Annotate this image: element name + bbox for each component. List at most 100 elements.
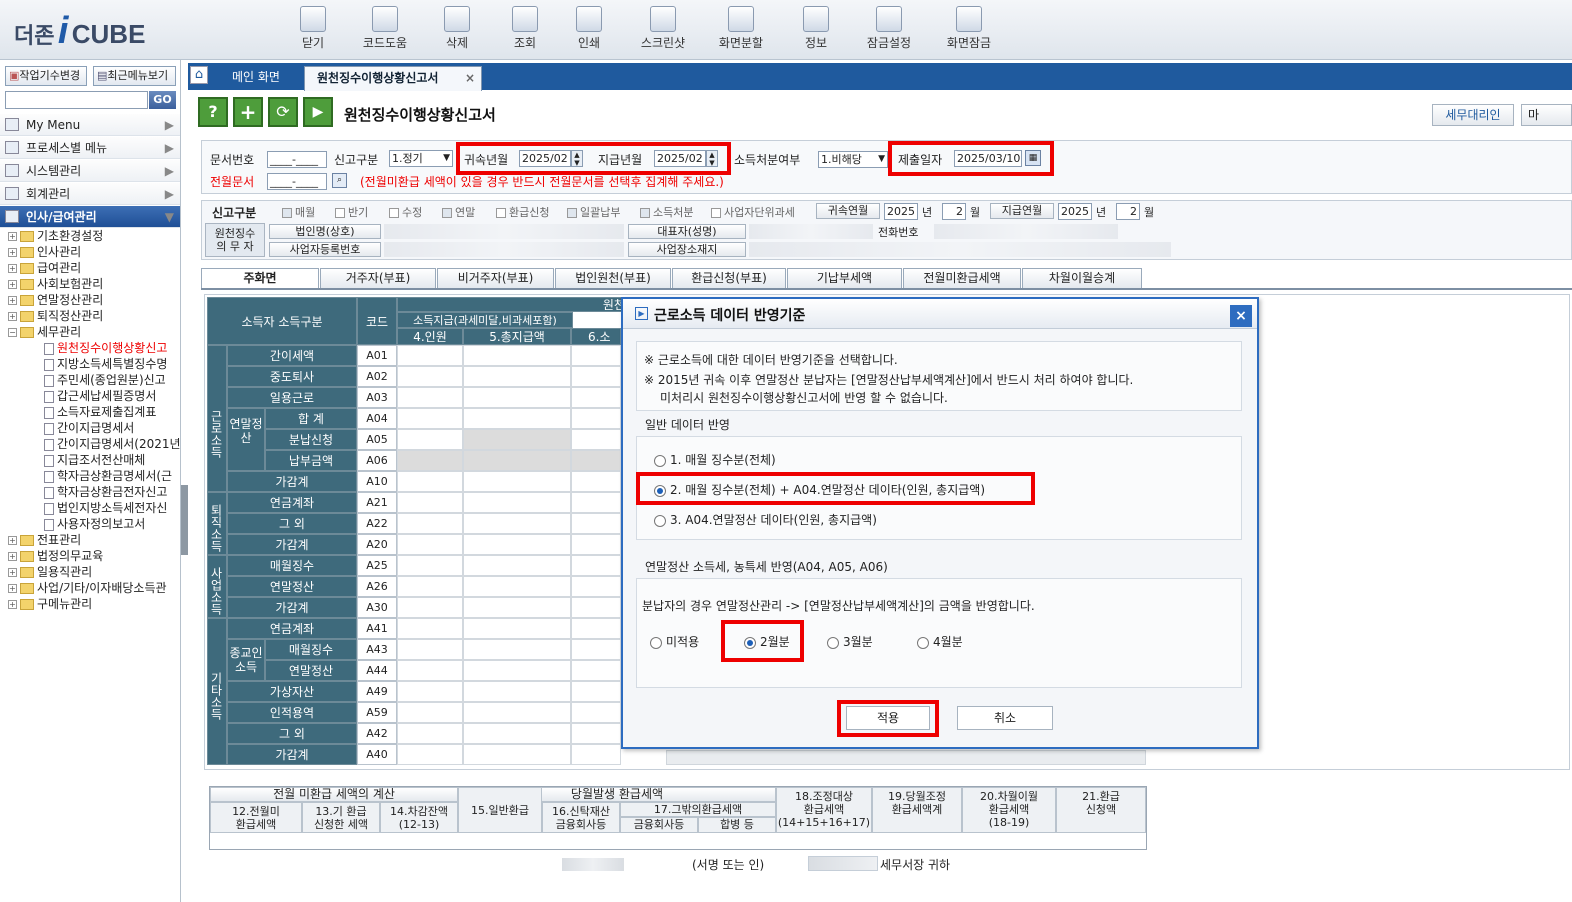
- toolbar-split-screen-button[interactable]: 화면분할: [706, 6, 776, 51]
- prev-doc-field[interactable]: ____-____: [267, 173, 327, 190]
- grid-cell-count[interactable]: [397, 702, 463, 723]
- toolbar-lock-button[interactable]: 화면잠금: [934, 6, 1004, 51]
- grid-cell-count[interactable]: [397, 387, 463, 408]
- grid-cell-total[interactable]: [463, 576, 571, 597]
- sub-tab[interactable]: 전월미환급세액: [903, 268, 1021, 288]
- grid-cell-tax[interactable]: [571, 576, 621, 597]
- tree-item-document[interactable]: 간이지급명세서: [44, 420, 134, 436]
- expand-icon[interactable]: +: [8, 536, 17, 545]
- month-option-mar[interactable]: 3월분: [827, 633, 873, 650]
- checkbox-icon[interactable]: [496, 208, 506, 218]
- expand-icon[interactable]: +: [8, 296, 17, 305]
- checkbox-icon[interactable]: [335, 208, 345, 218]
- grid-cell-tax[interactable]: [571, 660, 621, 681]
- grid-cell-total[interactable]: [463, 744, 571, 765]
- more-button[interactable]: 마: [1521, 104, 1572, 126]
- tree-item-document[interactable]: 지급조서전산매체: [44, 452, 145, 468]
- tree-item-folder[interactable]: − 세무관리: [8, 324, 81, 340]
- checked-box-icon[interactable]: [640, 208, 650, 218]
- tree-item-folder[interactable]: + 전표관리: [8, 532, 81, 548]
- tree-item-folder[interactable]: + 법정의무교육: [8, 548, 103, 564]
- grid-cell-count[interactable]: [397, 471, 463, 492]
- report-check[interactable]: 일괄납부: [567, 204, 620, 220]
- tree-item-folder[interactable]: + 연말정산관리: [8, 292, 103, 308]
- menu-item[interactable]: 인사/급여관리 ▼: [0, 206, 180, 228]
- grid-cell-tax[interactable]: [571, 723, 621, 744]
- sidebar-collapse-handle[interactable]: [181, 485, 188, 555]
- grid-cell-total[interactable]: [463, 450, 571, 471]
- grid-cell-tax[interactable]: [571, 534, 621, 555]
- report-type-select[interactable]: 1.정기 ▼: [389, 150, 453, 167]
- toolbar-close-button[interactable]: 닫기: [278, 6, 348, 51]
- expand-icon[interactable]: +: [8, 264, 17, 273]
- change-period-button[interactable]: ▣작업기수변경: [5, 66, 87, 86]
- grid-cell-count[interactable]: [397, 723, 463, 744]
- grid-cell-tax[interactable]: [571, 471, 621, 492]
- checkbox-icon[interactable]: [389, 208, 399, 218]
- report-check[interactable]: 소득처분: [640, 204, 693, 220]
- collapse-icon[interactable]: −: [8, 328, 17, 337]
- grid-cell-tax[interactable]: [571, 555, 621, 576]
- expand-icon[interactable]: +: [8, 280, 17, 289]
- grid-cell-count[interactable]: [397, 639, 463, 660]
- menu-item[interactable]: My Menu ▶: [0, 114, 180, 136]
- month-apr-radio[interactable]: [917, 636, 929, 649]
- add-icon[interactable]: +: [233, 97, 263, 127]
- expand-icon[interactable]: +: [8, 552, 17, 561]
- expand-icon[interactable]: +: [8, 312, 17, 321]
- report-check[interactable]: 사업자단위과세: [711, 204, 795, 220]
- report-check[interactable]: 연말: [442, 204, 475, 220]
- month-option-apr[interactable]: 4월분: [917, 633, 963, 650]
- expand-icon[interactable]: +: [8, 584, 17, 593]
- tree-item-document[interactable]: 원천징수이행상황신고: [44, 340, 167, 356]
- toolbar-info-button[interactable]: 정보: [781, 6, 851, 51]
- checked-box-icon[interactable]: [567, 208, 577, 218]
- prev-doc-search-icon[interactable]: ⌕: [332, 173, 347, 188]
- tax-agent-button[interactable]: 세무대리인: [1432, 104, 1514, 126]
- grid-cell-count[interactable]: [397, 450, 463, 471]
- pay-month-field[interactable]: 2: [1116, 203, 1140, 220]
- tree-item-folder[interactable]: + 일용직관리: [8, 564, 92, 580]
- report-check[interactable]: 매월: [282, 204, 315, 220]
- checked-box-icon[interactable]: [442, 208, 452, 218]
- tab-active[interactable]: 원천징수이행상황신고서 ×: [304, 66, 482, 91]
- sub-tab[interactable]: 주화면: [201, 268, 319, 288]
- grid-cell-count[interactable]: [397, 366, 463, 387]
- dialog-close-icon[interactable]: ×: [1230, 305, 1252, 327]
- recent-menu-button[interactable]: ▤최근메뉴보기: [93, 66, 176, 86]
- toolbar-lock-settings-button[interactable]: 잠금설정: [854, 6, 924, 51]
- grid-cell-count[interactable]: [397, 408, 463, 429]
- toolbar-search-button[interactable]: 조회: [490, 6, 560, 51]
- disposal-select[interactable]: 1.비해당 ▼: [818, 151, 888, 168]
- grid-cell-total[interactable]: [463, 345, 571, 366]
- option-3[interactable]: 3. A04.연말정산 데이타(인원, 총지급액): [654, 511, 877, 528]
- grid-cell-total[interactable]: [463, 597, 571, 618]
- help-icon[interactable]: ?: [198, 97, 228, 127]
- grid-cell-total[interactable]: [463, 681, 571, 702]
- option-1-radio[interactable]: [654, 454, 666, 467]
- grid-cell-count[interactable]: [397, 513, 463, 534]
- grid-cell-total[interactable]: [463, 387, 571, 408]
- tree-item-folder[interactable]: + 사회보험관리: [8, 276, 103, 292]
- grid-cell-tax[interactable]: [571, 429, 621, 450]
- grid-cell-total[interactable]: [463, 639, 571, 660]
- grid-cell-tax[interactable]: [571, 450, 621, 471]
- grid-cell-count[interactable]: [397, 429, 463, 450]
- grid-cell-tax[interactable]: [571, 681, 621, 702]
- expand-icon[interactable]: +: [8, 232, 17, 241]
- grid-cell-count[interactable]: [397, 597, 463, 618]
- grid-cell-total[interactable]: [463, 429, 571, 450]
- tree-item-folder[interactable]: + 인사관리: [8, 244, 81, 260]
- tree-item-folder[interactable]: + 퇴직정산관리: [8, 308, 103, 324]
- sub-tab[interactable]: 비거주자(부표): [437, 268, 554, 288]
- toolbar-trash-button[interactable]: 삭제: [422, 6, 492, 51]
- grid-cell-count[interactable]: [397, 345, 463, 366]
- tree-item-document[interactable]: 주민세(종업원분)신고: [44, 372, 166, 388]
- sub-tab[interactable]: 환급신청(부표): [672, 268, 786, 288]
- toolbar-monitor-button[interactable]: 스크린샷: [628, 6, 698, 51]
- menu-item[interactable]: 회계관리 ▶: [0, 183, 180, 205]
- expand-icon[interactable]: +: [8, 248, 17, 257]
- grid-cell-count[interactable]: [397, 744, 463, 765]
- tree-item-folder[interactable]: + 기초환경설정: [8, 228, 103, 244]
- go-button[interactable]: GO: [149, 91, 176, 109]
